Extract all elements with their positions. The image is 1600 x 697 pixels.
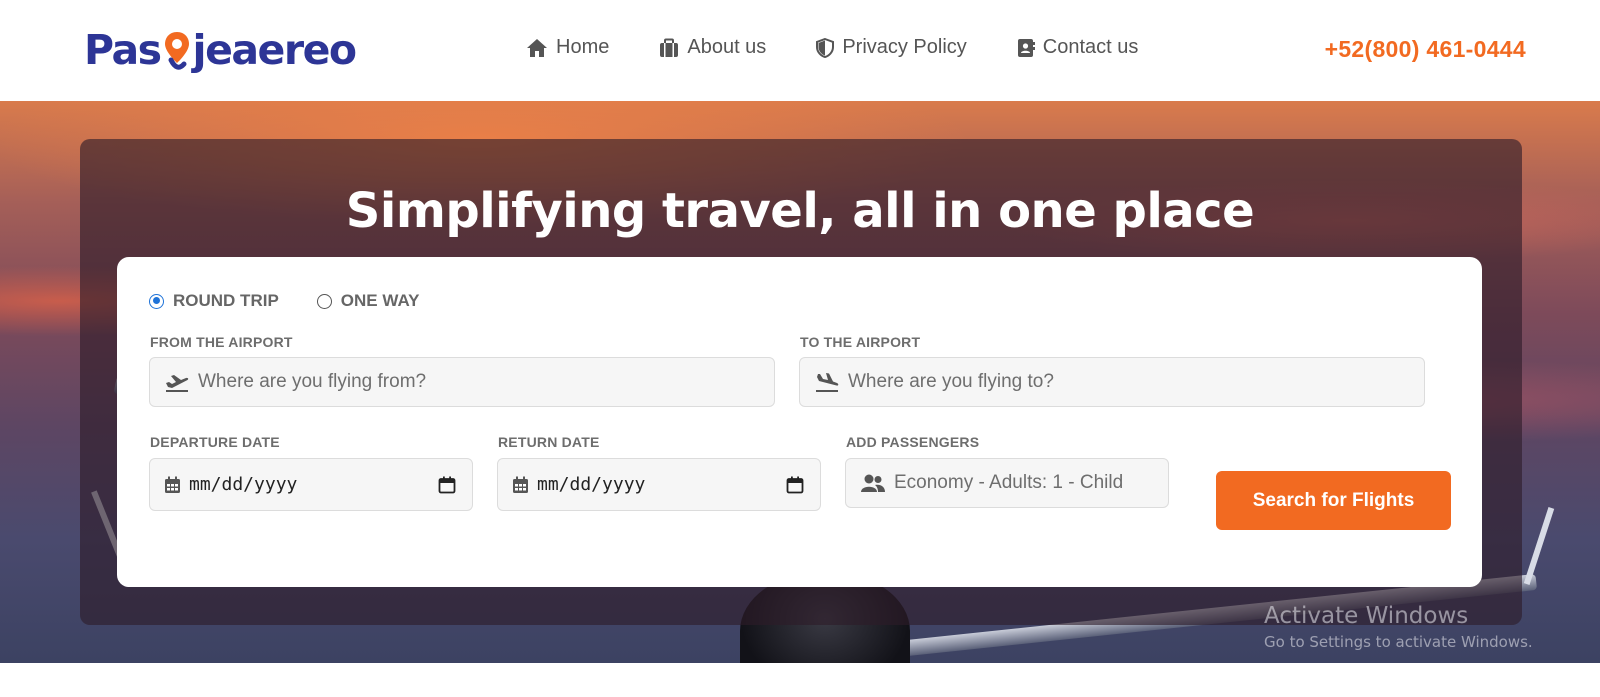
hero-title: Simplifying travel, all in one place (345, 183, 1255, 239)
radio-round-trip-label: ROUND TRIP (173, 291, 279, 310)
contact-book-icon (1017, 38, 1035, 57)
plane-departure-icon (166, 375, 189, 392)
to-airport-input[interactable]: Where are you flying to? (799, 357, 1425, 407)
trip-type-group: ROUND TRIP ONE WAY (149, 291, 458, 311)
calendar-icon (513, 476, 528, 493)
return-date-input[interactable]: mm/dd/yyyy (497, 458, 821, 511)
departure-date-value: mm/dd/yyyy (189, 474, 298, 495)
briefcase-icon (660, 38, 679, 57)
departure-date-input[interactable]: mm/dd/yyyy (149, 458, 473, 511)
logo-text-right: jeaereo (192, 26, 358, 74)
nav-privacy-label: Privacy Policy (842, 36, 967, 58)
return-date-value: mm/dd/yyyy (537, 474, 646, 495)
search-flights-button[interactable]: Search for Flights (1216, 471, 1451, 530)
calendar-picker-icon[interactable] (786, 476, 804, 494)
flight-search-form: ROUND TRIP ONE WAY FROM THE AIRPORT Wher… (117, 257, 1482, 587)
site-logo[interactable]: Pas jeaereo (84, 22, 358, 78)
radio-round-trip-dot[interactable] (149, 293, 164, 309)
windows-activation-watermark: Activate Windows Go to Settings to activ… (1264, 603, 1533, 651)
nav-contact[interactable]: Contact us (1017, 36, 1139, 59)
to-airport-label: TO THE AIRPORT (800, 334, 921, 350)
passengers-input[interactable]: Economy - Adults: 1 - Child (845, 458, 1169, 508)
radio-one-way[interactable]: ONE WAY (316, 291, 420, 311)
shield-icon (816, 37, 835, 58)
return-date-label: RETURN DATE (498, 434, 600, 450)
from-airport-placeholder: Where are you flying from? (198, 371, 427, 392)
from-airport-input[interactable]: Where are you flying from? (149, 357, 775, 407)
airplane-wingtip-right (1523, 507, 1555, 585)
nav-home[interactable]: Home (526, 36, 609, 59)
nav-about-label: About us (687, 36, 767, 58)
passengers-value: Economy - Adults: 1 - Child (894, 472, 1124, 493)
departure-date-label: DEPARTURE DATE (150, 434, 280, 450)
main-nav: Home About us Privacy Policy Contact us (526, 36, 1188, 59)
calendar-picker-icon[interactable] (438, 476, 456, 494)
users-icon (861, 474, 885, 492)
site-header: Pas jeaereo Home About us Privacy Policy… (0, 0, 1600, 101)
watermark-title: Activate Windows (1264, 603, 1469, 629)
from-airport-label: FROM THE AIRPORT (150, 334, 293, 350)
logo-text-left: Pas (84, 26, 162, 74)
plane-arrival-icon (816, 373, 839, 392)
watermark-subtitle: Go to Settings to activate Windows. (1264, 633, 1533, 651)
map-pin-logo-icon (162, 30, 192, 70)
nav-privacy[interactable]: Privacy Policy (816, 36, 967, 59)
home-icon (527, 38, 547, 57)
radio-one-way-label: ONE WAY (340, 291, 420, 310)
radio-round-trip[interactable]: ROUND TRIP (149, 291, 279, 311)
to-airport-placeholder: Where are you flying to? (848, 371, 1054, 392)
passengers-label: ADD PASSENGERS (846, 434, 980, 450)
radio-one-way-dot[interactable] (316, 293, 332, 309)
nav-contact-label: Contact us (1042, 36, 1139, 58)
nav-home-label: Home (556, 36, 610, 58)
phone-number-link[interactable]: +52(800) 461-0444 (1325, 36, 1526, 63)
nav-about[interactable]: About us (659, 36, 766, 59)
calendar-icon (165, 476, 180, 493)
